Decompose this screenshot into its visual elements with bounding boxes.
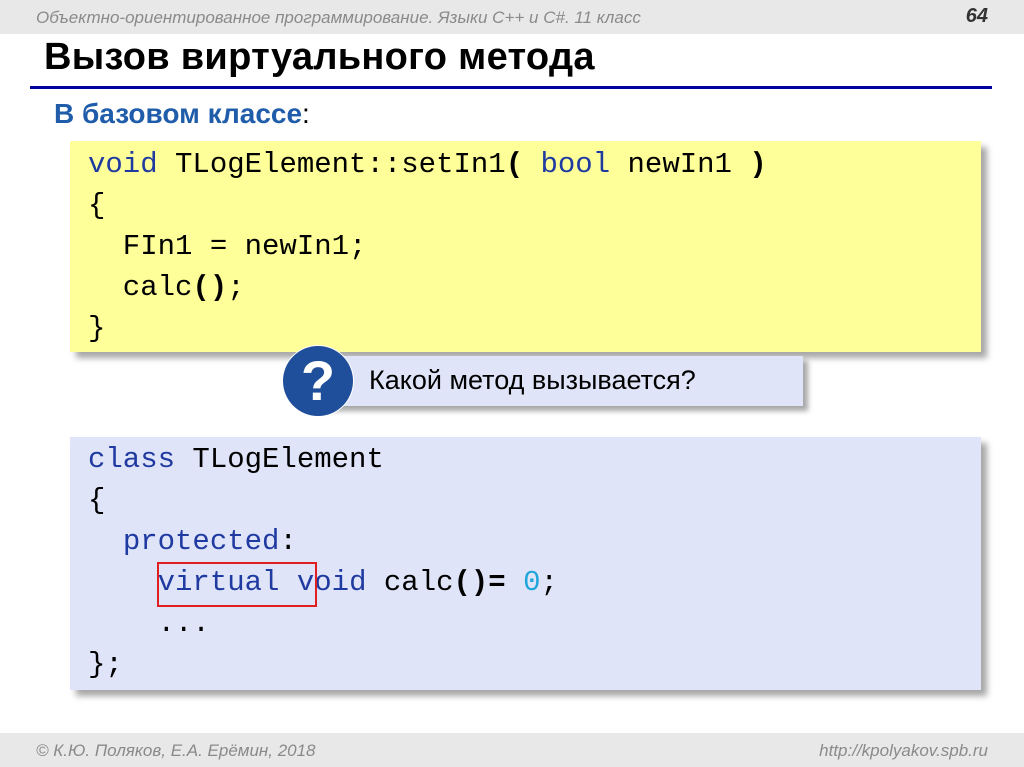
calc-call: calc [88, 271, 193, 304]
code-line: class TLogElement [88, 439, 981, 480]
footer-url: http://kpolyakov.spb.ru [819, 741, 988, 760]
title-underline [30, 86, 992, 89]
semicolon: ; [540, 566, 558, 599]
call-parens: () [192, 271, 228, 304]
slide-number: 64 [965, 5, 988, 27]
question-mark-icon: ? [283, 346, 353, 416]
code-line: void TLogElement::setIn1( bool newIn1 ) [88, 144, 981, 185]
code-line: protected: [88, 521, 981, 562]
subtitle-text: В базовом классе [54, 98, 303, 129]
footer-authors: © К.Ю. Поляков, Е.А. Ерёмин, 2018 [36, 741, 316, 760]
method-name: TLogElement::setIn1 [157, 148, 506, 181]
page-title: Вызов виртуального метода [44, 36, 595, 78]
keyword-void: void [88, 148, 158, 181]
question-callout: Какой метод вызывается? [300, 356, 803, 406]
code-line: { [88, 189, 106, 222]
colon: : [279, 525, 297, 558]
code-line: FIn1 = newIn1; [88, 230, 367, 263]
virtual-highlight-box [157, 562, 317, 607]
semicolon: ; [227, 271, 245, 304]
zero-literal: 0 [523, 566, 541, 599]
method-name: calc [366, 566, 454, 599]
code-line: { [88, 484, 106, 517]
keyword-class: class [88, 443, 176, 476]
subtitle-colon: : [302, 98, 310, 129]
course-title: Объектно-ориентированное программировани… [36, 8, 641, 27]
code-line: }; [88, 648, 123, 681]
keyword-protected: protected [122, 525, 280, 558]
question-text: Какой метод вызывается? [369, 365, 696, 395]
question-mark-symbol: ? [300, 349, 336, 412]
class-name: TLogElement [175, 443, 384, 476]
paren-open: ( [505, 148, 524, 181]
code-line: calc(); [88, 267, 981, 308]
subtitle: В базовом классе: [54, 98, 310, 130]
param-name: newIn1 [610, 148, 750, 181]
keyword-bool: bool [523, 148, 611, 181]
parens-equals: ()= [453, 566, 506, 599]
paren-close: ) [749, 148, 767, 181]
code-line: ... [88, 607, 210, 640]
code-block-base-method: void TLogElement::setIn1( bool newIn1 ){… [70, 141, 981, 352]
code-line: } [88, 312, 106, 345]
